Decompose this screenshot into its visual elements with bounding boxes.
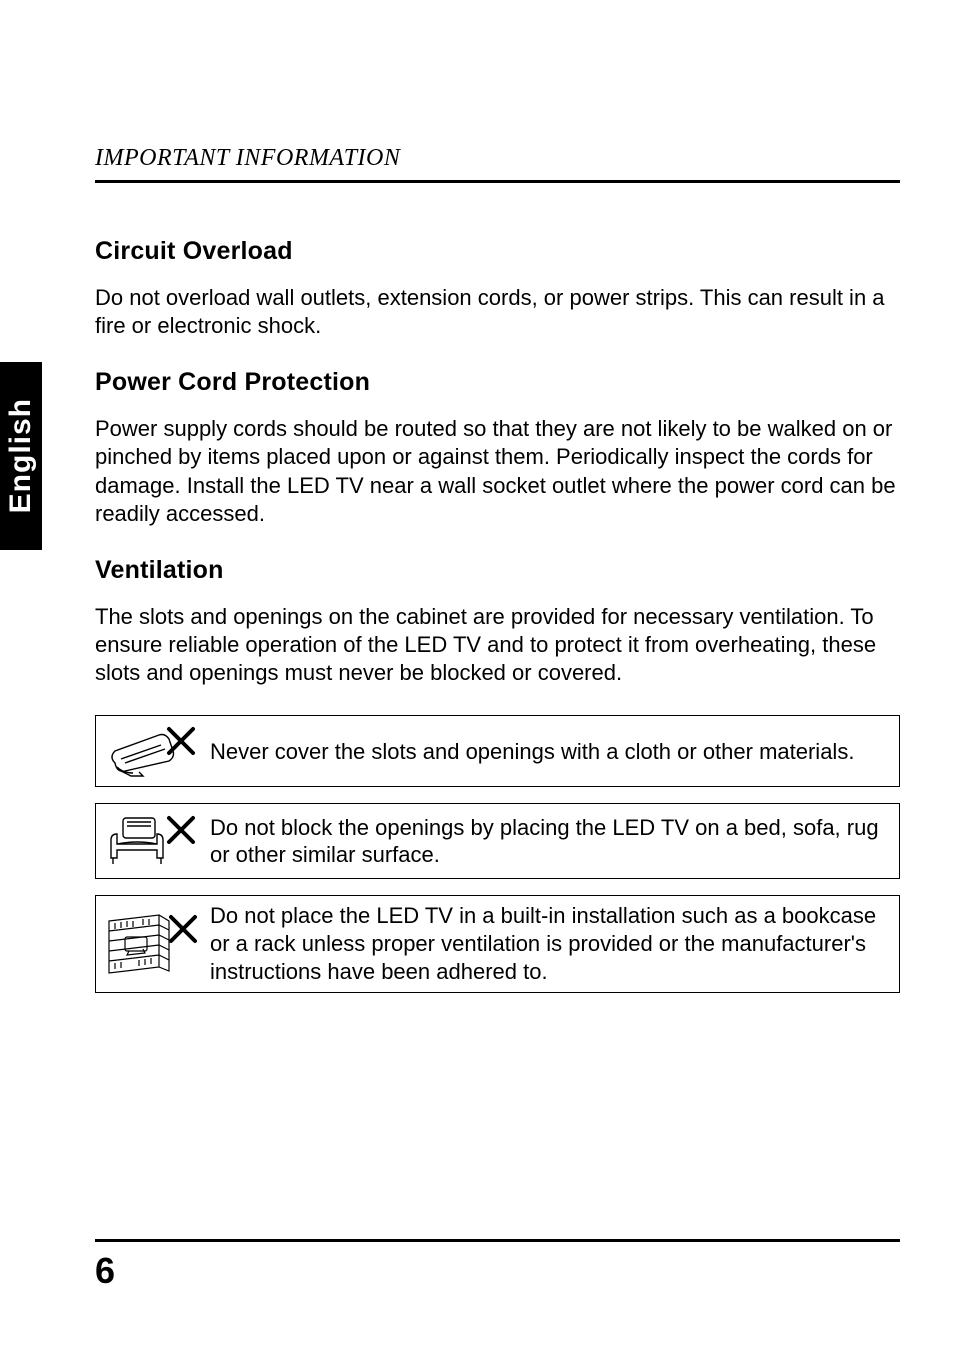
heading-power-cord: Power Cord Protection: [95, 368, 900, 397]
info-box-bed-text: Do not block the openings by placing the…: [206, 814, 889, 869]
cloth-cover-icon: [102, 723, 206, 779]
heading-circuit-overload: Circuit Overload: [95, 237, 900, 266]
header-rule: [95, 180, 900, 183]
info-box-cloth: Never cover the slots and openings with …: [95, 715, 900, 787]
language-tab-label: English: [4, 398, 38, 513]
page-footer: 6: [95, 1239, 900, 1292]
body-circuit-overload: Do not overload wall outlets, extension …: [95, 284, 900, 340]
page-number: 6: [95, 1250, 900, 1292]
info-box-bookcase: Do not place the LED TV in a built-in in…: [95, 895, 900, 992]
info-box-bookcase-text: Do not place the LED TV in a built-in in…: [206, 902, 889, 985]
sofa-icon: [102, 810, 206, 872]
info-box-bed: Do not block the openings by placing the…: [95, 803, 900, 879]
body-power-cord: Power supply cords should be routed so t…: [95, 415, 900, 528]
info-box-cloth-text: Never cover the slots and openings with …: [206, 738, 889, 766]
header-label: IMPORTANT INFORMATION: [95, 145, 900, 180]
page-content: IMPORTANT INFORMATION Circuit Overload D…: [95, 145, 900, 1009]
language-tab: English: [0, 362, 42, 550]
body-ventilation: The slots and openings on the cabinet ar…: [95, 603, 900, 687]
heading-ventilation: Ventilation: [95, 556, 900, 585]
bookcase-icon: [102, 911, 206, 977]
footer-rule: [95, 1239, 900, 1242]
